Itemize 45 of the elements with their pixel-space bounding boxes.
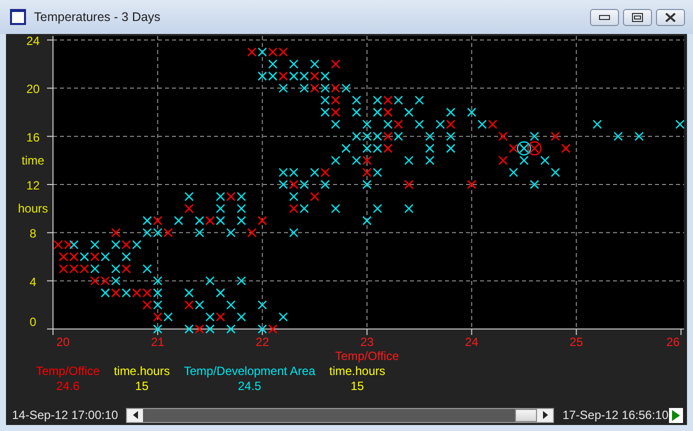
- y-tick-label: 8: [30, 226, 36, 241]
- x-tick-label: 21: [150, 335, 164, 349]
- cursor-circle: [527, 141, 542, 156]
- maximize-button[interactable]: [623, 8, 652, 26]
- x-axis-title: Temp/Office: [335, 349, 399, 363]
- right-arrow-icon: [542, 411, 548, 419]
- y-tick-label: 16: [26, 130, 40, 144]
- x-tick-label: 23: [360, 335, 374, 349]
- close-icon: [665, 12, 676, 22]
- play-icon: [672, 410, 680, 420]
- legend-label: Temp/Development Area: [184, 364, 316, 379]
- legend-value: 15: [350, 379, 364, 394]
- y-axis-title: hours: [18, 202, 48, 216]
- scroll-thumb[interactable]: [515, 408, 538, 422]
- legend-label: Temp/Office: [36, 364, 100, 379]
- x-tick-label: 22: [256, 335, 270, 349]
- x-tick-label: 25: [570, 335, 584, 349]
- window-icon: [10, 9, 26, 25]
- scroll-left-button[interactable]: [127, 408, 144, 422]
- window-title: Temperatures - 3 Days: [34, 8, 162, 26]
- legend-value: 24.5: [238, 379, 262, 394]
- legend-label: time.hours: [329, 364, 386, 379]
- start-time: 14-Sep-12 17:00:10: [12, 407, 118, 424]
- y-tick-label: 0: [30, 315, 36, 329]
- scroll-right-button[interactable]: [537, 408, 554, 422]
- play-button[interactable]: [668, 408, 683, 422]
- x-tick-label: 26: [666, 335, 680, 349]
- y-tick-label: 20: [26, 82, 40, 96]
- minimize-icon: [599, 14, 610, 20]
- legend-label: time.hours: [114, 364, 170, 379]
- y-tick-label: 24: [26, 34, 40, 48]
- restore-icon: [632, 12, 643, 22]
- x-tick-label: 24: [464, 335, 478, 349]
- y-tick-label: 4: [30, 274, 36, 289]
- end-time: 17-Sep-12 16:56:10: [562, 407, 669, 424]
- legend-value: 15: [135, 379, 148, 394]
- cursor-circle: [516, 141, 532, 156]
- minimize-button[interactable]: [590, 8, 619, 26]
- legend-value: 24.6: [56, 379, 80, 394]
- y-tick-label: 12: [26, 178, 40, 192]
- x-tick-label: 20: [56, 335, 70, 349]
- close-button[interactable]: [656, 8, 685, 26]
- scrollbar[interactable]: [126, 408, 554, 422]
- left-arrow-icon: [132, 411, 138, 419]
- y-axis-title: time: [22, 153, 44, 168]
